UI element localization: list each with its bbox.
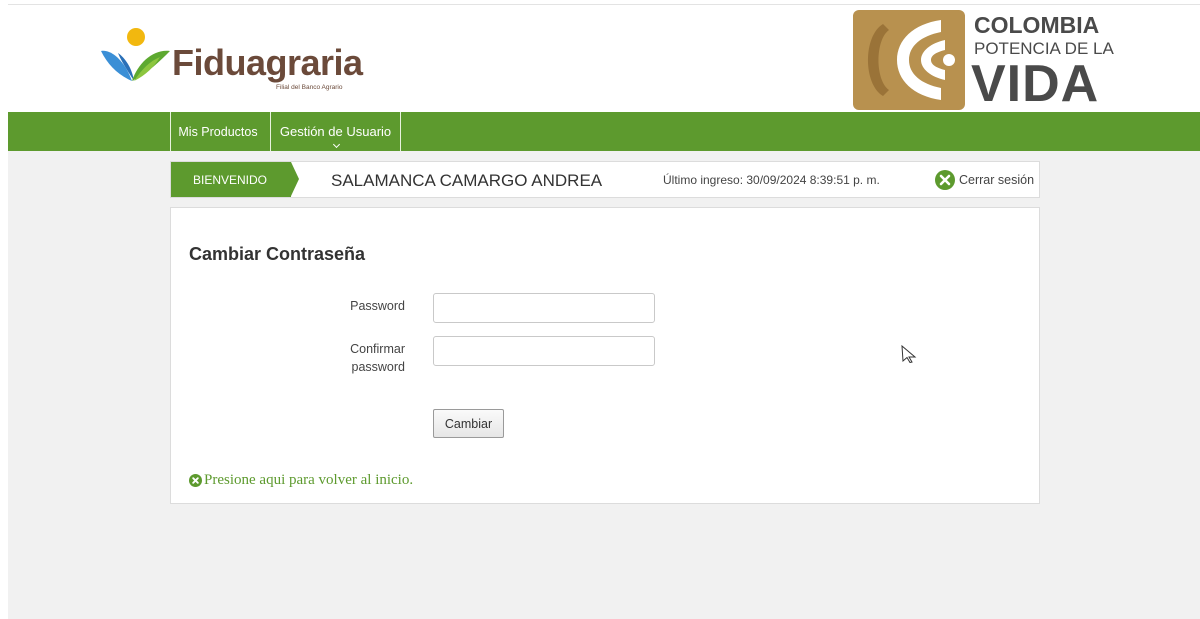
- back-link-label: Presione aqui para volver al inicio.: [204, 472, 414, 488]
- logout-label: Cerrar sesión: [959, 173, 1035, 187]
- colombia-emblem-icon: [853, 10, 965, 110]
- change-password-button[interactable]: Cambiar: [433, 409, 504, 438]
- back-to-home-link[interactable]: Presione aqui para volver al inicio.: [189, 472, 413, 489]
- logout-button[interactable]: Cerrar sesión: [935, 169, 1034, 191]
- nav-item-label: Gestión de Usuario: [279, 124, 392, 139]
- main-navbar: Mis Productos Gestión de Usuario: [8, 112, 1200, 151]
- partner-line1: COLOMBIA: [974, 12, 1100, 38]
- fiduagraria-leaf-icon: [101, 28, 170, 81]
- confirm-password-field[interactable]: [433, 336, 655, 366]
- arrow-circle-icon: [189, 474, 202, 487]
- brand-name: Fiduagraria: [172, 42, 363, 83]
- close-circle-icon: [935, 170, 955, 190]
- confirm-label-line2: password: [351, 360, 406, 374]
- fiduagraria-logo[interactable]: Fiduagraria Filial del Banco Agrario: [98, 23, 398, 93]
- colombia-logo: COLOMBIA POTENCIA DE LA VIDA: [853, 10, 1123, 110]
- password-field[interactable]: [433, 293, 655, 323]
- confirm-password-label: Confirmar password: [205, 340, 405, 376]
- page-frame: Fiduagraria Filial del Banco Agrario COL…: [8, 4, 1200, 619]
- nav-item-mis-productos[interactable]: Mis Productos: [170, 112, 265, 151]
- brand-tagline: Filial del Banco Agrario: [276, 84, 343, 91]
- page-title: Cambiar Contraseña: [189, 244, 366, 264]
- welcome-bar: BIENVENIDO SALAMANCA CAMARGO ANDREA Últi…: [170, 161, 1040, 198]
- partner-line3: VIDA: [971, 55, 1100, 113]
- mouse-cursor-icon: [901, 345, 917, 363]
- welcome-tag: BIENVENIDO: [171, 162, 299, 197]
- header: Fiduagraria Filial del Banco Agrario COL…: [8, 5, 1200, 112]
- confirm-label-line1: Confirmar: [350, 342, 405, 356]
- last-login: Último ingreso: 30/09/2024 8:39:51 p. m.: [663, 173, 880, 187]
- password-label: Password: [350, 299, 405, 313]
- nav-item-gestion-usuario[interactable]: Gestión de Usuario: [270, 112, 401, 151]
- user-name: SALAMANCA CAMARGO ANDREA: [331, 171, 603, 190]
